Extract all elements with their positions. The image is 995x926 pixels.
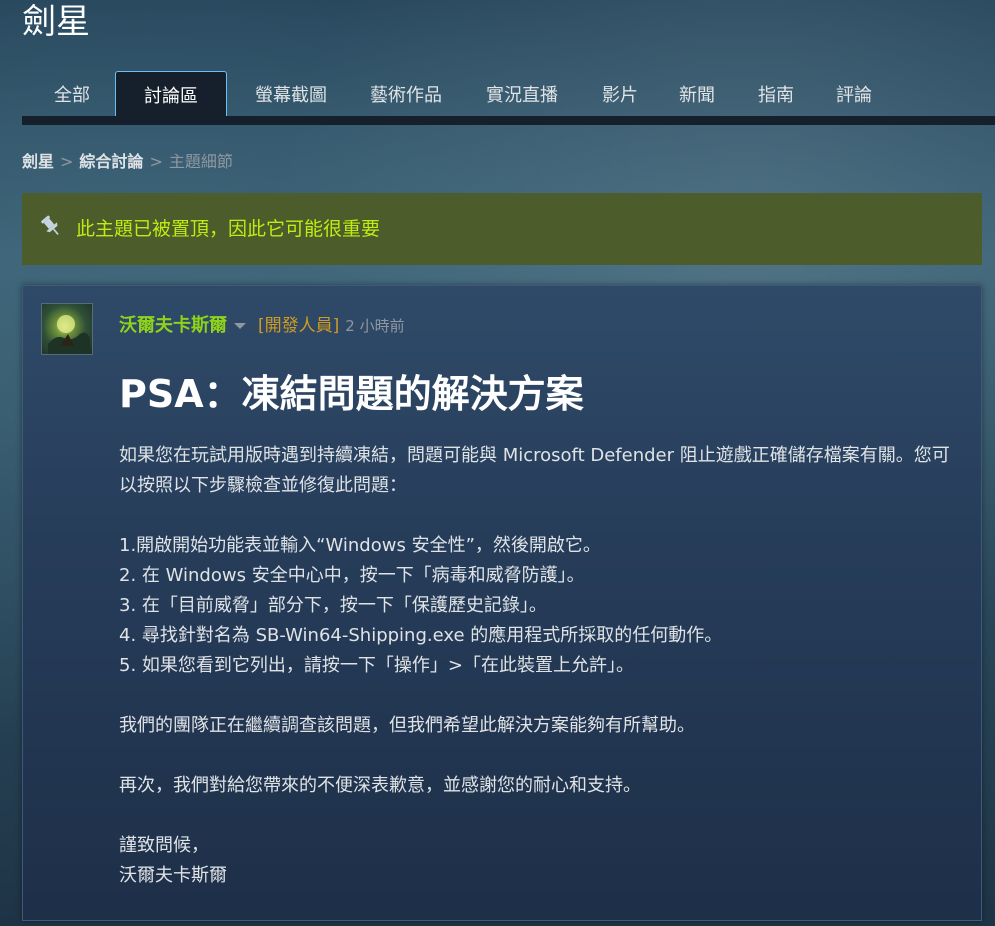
breadcrumb: 劍星 > 綜合討論 > 主題細節 (22, 151, 233, 173)
post-step: 3. 在「目前威脅」部分下，按一下「保護歷史記錄」。 (119, 595, 547, 616)
post-step: 2. 在 Windows 安全中心中，按一下「病毒和威脅防護」。 (119, 565, 585, 586)
post-step: 1.開啟開始功能表並輸入“Windows 安全性”，然後開啟它。 (119, 535, 601, 556)
tab-bar-underline (22, 116, 995, 125)
breadcrumb-separator: > (60, 152, 74, 171)
breadcrumb-topic-details: 主題細節 (168, 152, 233, 171)
topic-post: 沃爾夫卡斯爾 [開發人員] 2 小時前 PSA：凍結問題的解決方案 如果您在玩試用版… (22, 285, 982, 921)
author-avatar[interactable] (41, 303, 93, 355)
post-step: 4. 尋找針對名為 SB-Win64-Shipping.exe 的應用程式所採取… (119, 625, 723, 646)
breadcrumb-separator: > (149, 152, 163, 171)
sticky-topic-banner: 此主題已被置頂，因此它可能很重要 (22, 193, 982, 265)
post-signature: 沃爾夫卡斯爾 (119, 865, 227, 886)
post-paragraph: 我們的團隊正在繼續調查該問題，但我們希望此解決方案能夠有所幫助。 (119, 715, 695, 736)
developer-badge: [開發人員] (258, 316, 340, 336)
tab-reviews[interactable]: 評論 (822, 71, 886, 116)
chevron-down-icon[interactable] (234, 322, 246, 329)
sticky-message: 此主題已被置頂，因此它可能很重要 (76, 218, 381, 240)
breadcrumb-game[interactable]: 劍星 (22, 152, 54, 171)
post-step: 5. 如果您看到它列出，請按一下「操作」>「在此裝置上允許」。 (119, 655, 634, 676)
tab-all[interactable]: 全部 (34, 71, 110, 116)
post-body: 如果您在玩試用版時遇到持續凍結，問題可能與 Microsoft Defender… (119, 441, 959, 891)
tab-guides[interactable]: 指南 (744, 71, 808, 116)
author-name[interactable]: 沃爾夫卡斯爾 (119, 315, 227, 336)
app-title: 劍星 (22, 2, 90, 42)
post-paragraph: 再次，我們對給您帶來的不便深表歉意，並感謝您的耐心和支持。 (119, 775, 641, 796)
post-signoff: 謹致問候， (119, 835, 209, 856)
tab-news[interactable]: 新聞 (665, 71, 729, 116)
tab-videos[interactable]: 影片 (588, 71, 652, 116)
pin-icon (38, 213, 64, 239)
post-title: PSA：凍結問題的解決方案 (119, 372, 584, 416)
author-row: 沃爾夫卡斯爾 [開發人員] 2 小時前 (119, 314, 405, 338)
tab-broadcasts[interactable]: 實況直播 (472, 71, 572, 116)
post-timestamp: 2 小時前 (345, 317, 405, 335)
post-paragraph: 如果您在玩試用版時遇到持續凍結，問題可能與 Microsoft Defender… (119, 445, 950, 496)
tab-discussions[interactable]: 討論區 (115, 71, 227, 116)
tab-bar: 全部 討論區 螢幕截圖 藝術作品 實況直播 影片 新聞 指南 評論 (22, 71, 995, 125)
tab-artwork[interactable]: 藝術作品 (356, 71, 456, 116)
breadcrumb-general-discussions[interactable]: 綜合討論 (79, 152, 143, 171)
tab-screenshots[interactable]: 螢幕截圖 (241, 71, 341, 116)
